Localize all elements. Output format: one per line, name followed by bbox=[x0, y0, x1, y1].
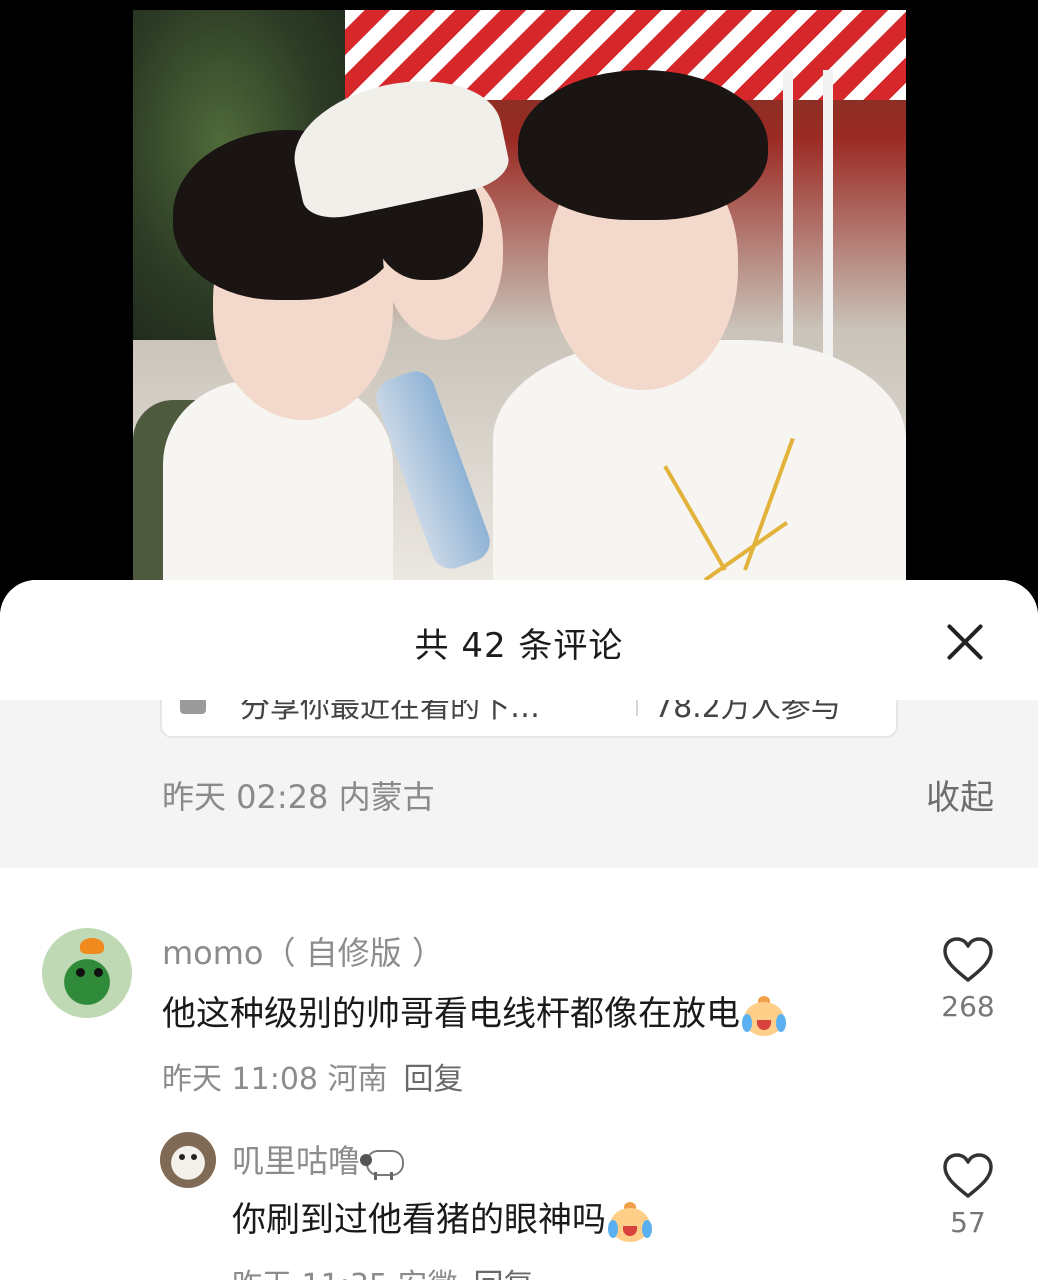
like-count: 268 bbox=[941, 990, 995, 1023]
reply-item: 叽里咕噜 你刷到过他看猪的眼神吗 昨天 11:35 安徽 回复 57 bbox=[0, 1132, 1038, 1280]
comment-content[interactable]: 你刷到过他看猪的眼神吗 bbox=[232, 1192, 652, 1242]
comment-location: 安徽 bbox=[398, 1268, 458, 1280]
close-icon[interactable] bbox=[945, 622, 985, 662]
post-detail-area: 分享你最近在看的下… 78.2万人参与 昨天 02:28 内蒙古 收起 bbox=[0, 670, 1038, 868]
heart-icon bbox=[943, 937, 993, 982]
person-right-shirt bbox=[493, 340, 906, 590]
avatar[interactable] bbox=[42, 928, 132, 1018]
screen: 共 42 条评论 分享你最近在看的下… 78.2万人参与 昨天 02:28 内蒙… bbox=[0, 0, 1038, 1280]
comment-content[interactable]: 他这种级别的帅哥看电线杆都像在放电 bbox=[162, 986, 786, 1036]
crying-face-emoji-icon bbox=[742, 995, 786, 1036]
comment-location: 河南 bbox=[327, 1062, 388, 1097]
heart-icon bbox=[943, 1153, 993, 1198]
crying-face-emoji-icon bbox=[608, 1201, 652, 1242]
avatar-crest bbox=[80, 938, 104, 954]
comment-meta: 昨天 11:08 河南 回复 bbox=[162, 1054, 464, 1098]
like-button[interactable]: 268 bbox=[938, 936, 998, 1023]
sheet-header: 共 42 条评论 bbox=[0, 580, 1038, 700]
avatar-eye bbox=[76, 968, 85, 977]
comment-count-title: 共 42 条评论 bbox=[414, 626, 624, 666]
comment-text: 他这种级别的帅哥看电线杆都像在放电 bbox=[162, 994, 740, 1034]
username-text: 叽里咕噜 bbox=[232, 1142, 361, 1180]
comment-sheet: 共 42 条评论 分享你最近在看的下… 78.2万人参与 昨天 02:28 内蒙… bbox=[0, 580, 1038, 1280]
reply-button[interactable]: 回复 bbox=[404, 1062, 464, 1097]
avatar-eye bbox=[94, 968, 103, 977]
comment-text: 你刷到过他看猪的眼神吗 bbox=[232, 1200, 606, 1240]
person-right-hair bbox=[518, 70, 768, 220]
comment-meta: 昨天 11:35 安徽 回复 bbox=[232, 1260, 534, 1280]
like-count: 57 bbox=[950, 1206, 986, 1239]
comment-item: momo（ 自修版 ） 他这种级别的帅哥看电线杆都像在放电 昨天 11:08 河… bbox=[0, 928, 1038, 1097]
collapse-button[interactable]: 收起 bbox=[926, 770, 994, 819]
comment-username[interactable]: 叽里咕噜 bbox=[232, 1136, 405, 1182]
post-meta: 昨天 02:28 内蒙古 bbox=[162, 778, 435, 816]
avatar-eye bbox=[179, 1154, 185, 1160]
reply-button[interactable]: 回复 bbox=[474, 1268, 534, 1280]
comment-time: 昨天 11:35 bbox=[232, 1268, 388, 1280]
video-frame[interactable] bbox=[133, 10, 906, 590]
avatar-eye bbox=[191, 1154, 197, 1160]
comment-time: 昨天 11:08 bbox=[162, 1062, 318, 1097]
avatar[interactable] bbox=[160, 1132, 216, 1188]
like-button[interactable]: 57 bbox=[938, 1152, 998, 1239]
comment-username[interactable]: momo（ 自修版 ） bbox=[162, 928, 444, 974]
sheep-icon bbox=[360, 1146, 405, 1180]
